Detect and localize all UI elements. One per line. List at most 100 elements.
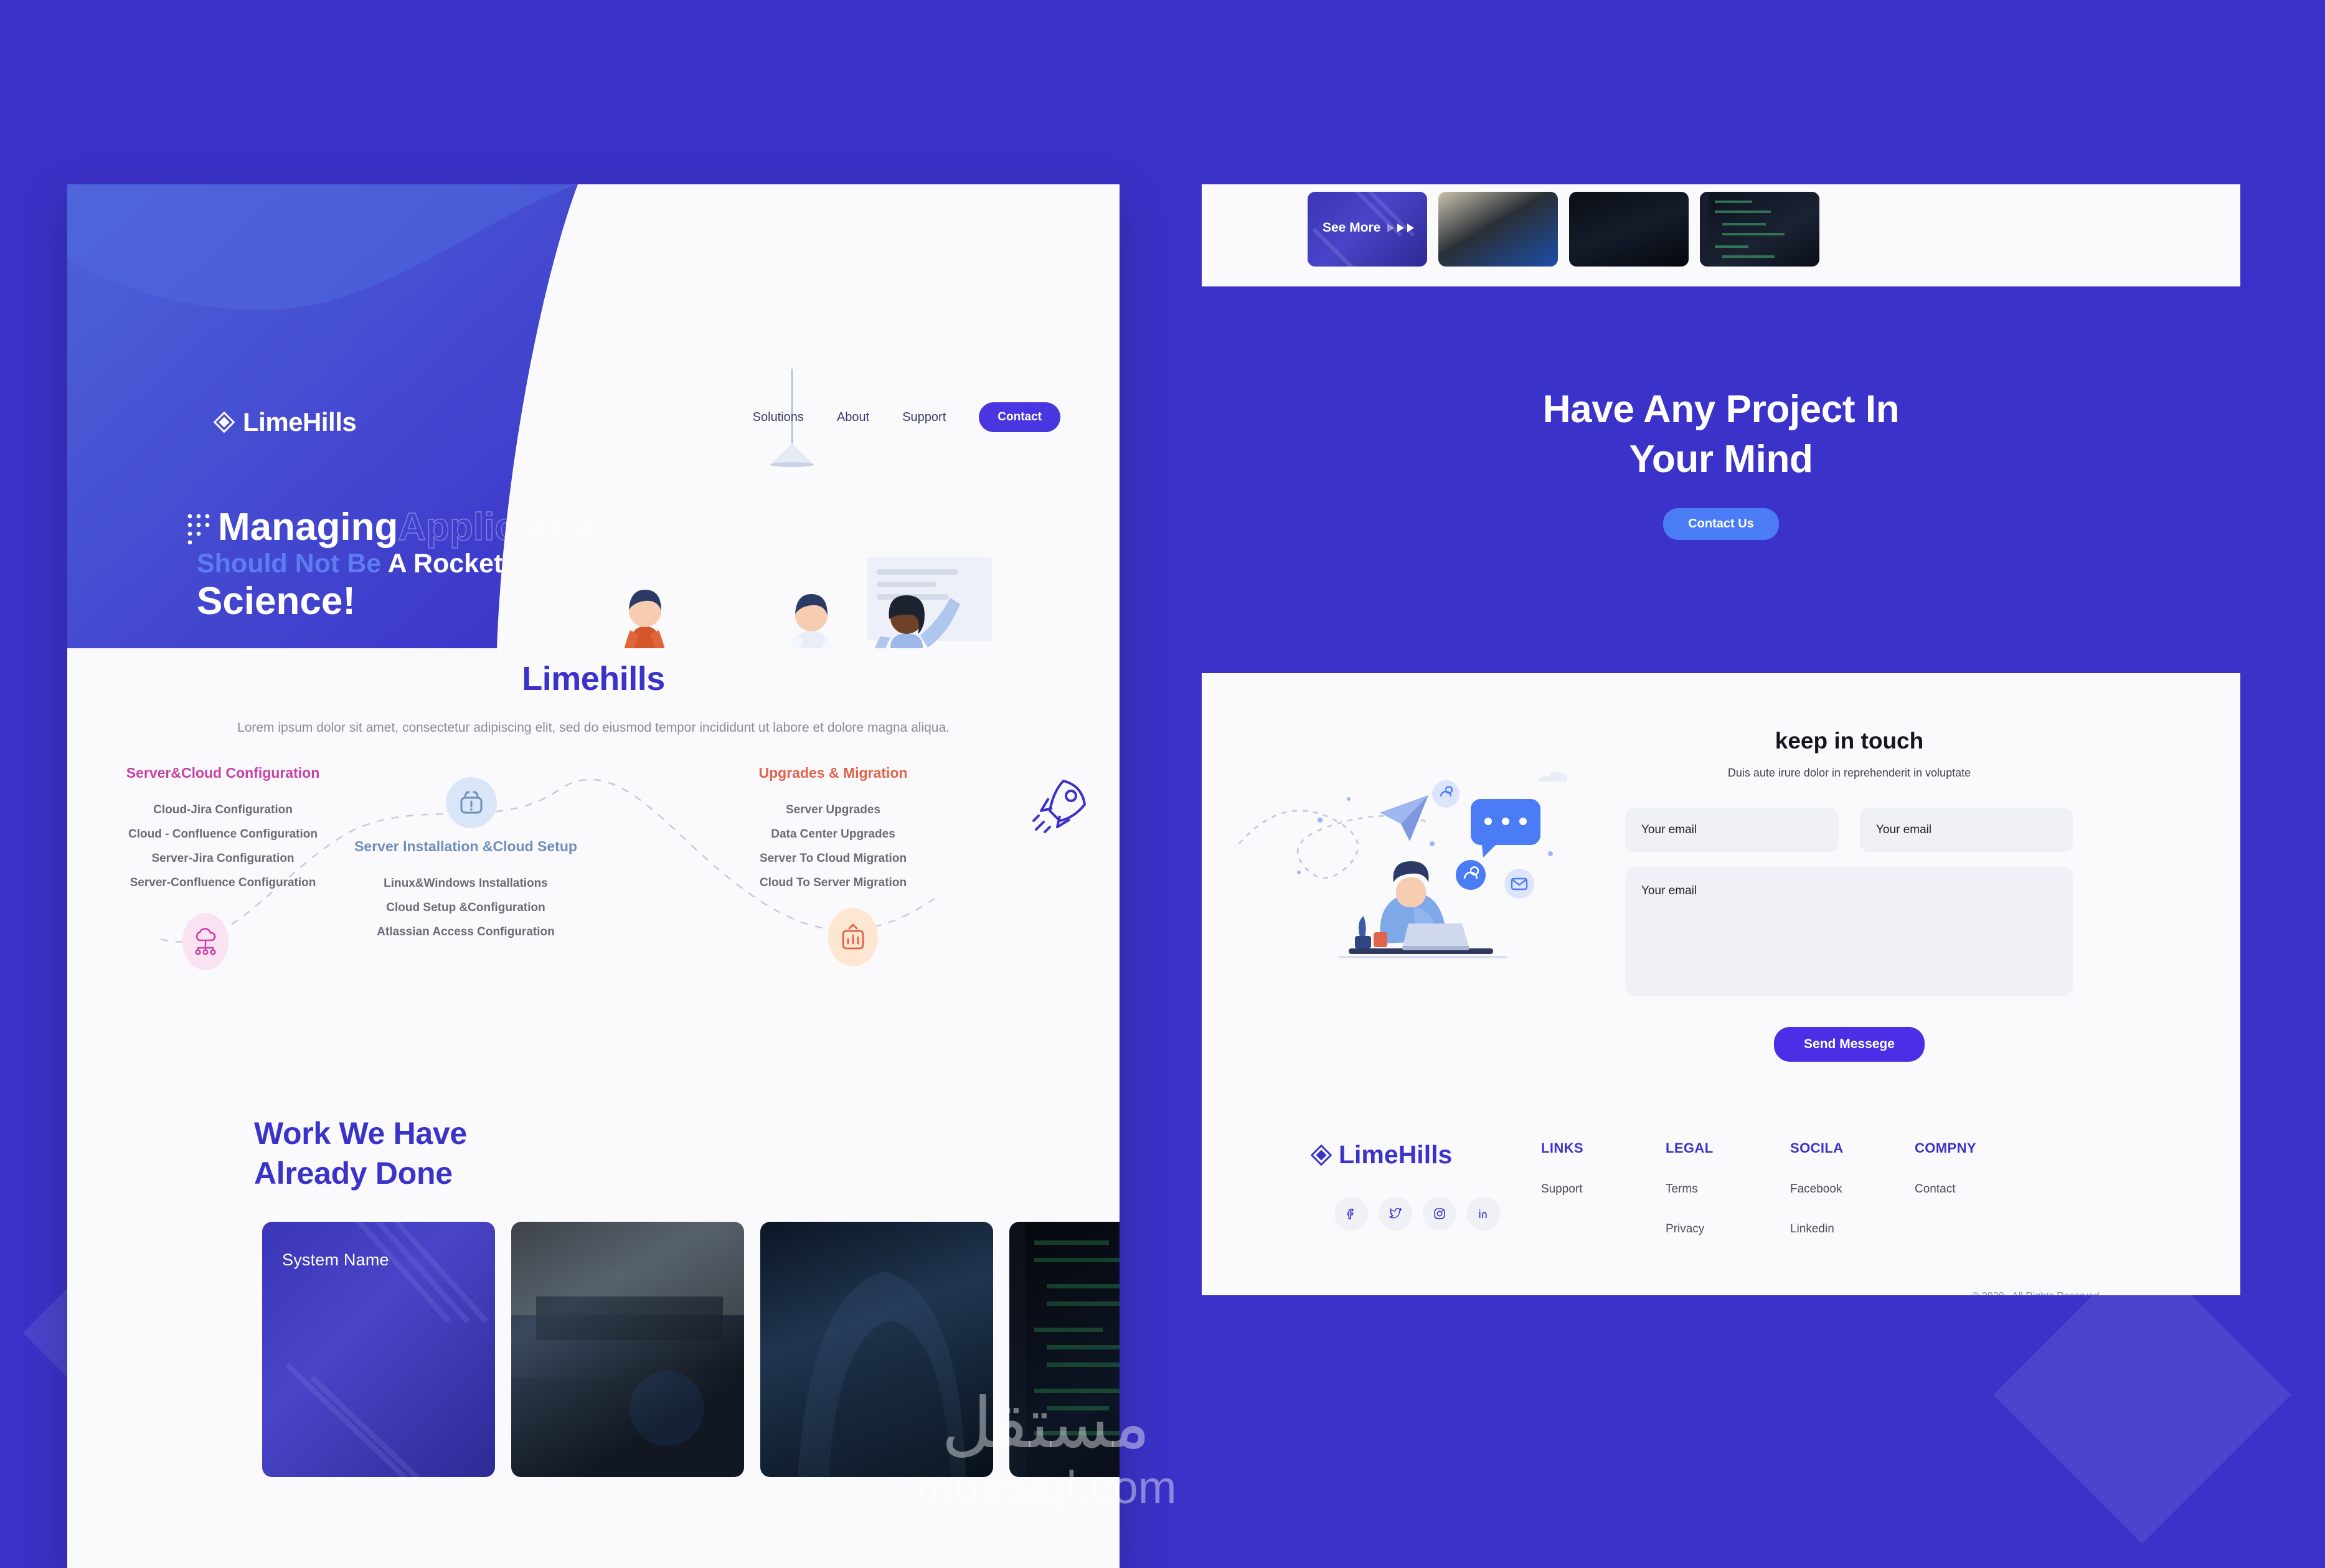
footer-column-legal: LEGAL Terms Privacy xyxy=(1666,1140,1790,1236)
hero-illustration-team xyxy=(624,557,992,648)
work-heading: Work We Have Already Done xyxy=(254,1113,1120,1193)
service-item: Cloud - Confluence Configuration xyxy=(128,827,318,841)
bar-chart-up-icon-badge xyxy=(828,907,878,966)
service-column-server-cloud-configuration: Server&Cloud Configuration Cloud-Jira Co… xyxy=(92,763,354,895)
service-item: Data Center Upgrades xyxy=(771,827,895,841)
services-columns: Server&Cloud Configuration Cloud-Jira Co… xyxy=(67,752,1120,1076)
cta-contact-us-button[interactable]: Contact Us xyxy=(1663,508,1779,540)
email-field-2[interactable] xyxy=(1860,808,2073,852)
service-column-upgrades-migration: Upgrades & Migration Server Upgrades Dat… xyxy=(702,763,964,895)
nav-item-solutions[interactable]: Solutions xyxy=(753,410,804,425)
rocket-icon xyxy=(1032,779,1086,833)
hero-section: LimeHills Solutions About Support Contac… xyxy=(67,184,1120,648)
bar-chart-up-icon xyxy=(842,923,864,949)
thumbnail-texture xyxy=(1700,192,1785,267)
server-alert-icon xyxy=(460,791,483,814)
service-item: Server-Jira Configuration xyxy=(151,851,295,865)
footer-logo[interactable]: LimeHills xyxy=(1311,1140,1541,1169)
work-cards-grid: System Name xyxy=(262,1221,1120,1477)
linkedin-icon[interactable] xyxy=(1467,1197,1501,1230)
service-heading: Server&Cloud Configuration xyxy=(126,764,320,781)
service-column-server-installation-cloud-setup: Server Installation &Cloud Setup Linux&W… xyxy=(335,837,597,945)
card-texture xyxy=(511,1221,744,1477)
main-navigation[interactable]: Solutions About Support Contact xyxy=(753,402,1060,432)
card-texture xyxy=(1009,1221,1120,1477)
keep-in-touch-title: keep in touch xyxy=(1775,728,1924,753)
work-card-label: System Name xyxy=(282,1250,389,1269)
right-thumbnails-panel: See More xyxy=(1202,184,2240,286)
limehills-logo-icon xyxy=(214,412,235,433)
hero-line1: Managing xyxy=(218,506,399,549)
server-alert-icon-badge xyxy=(446,777,497,828)
work-card[interactable] xyxy=(1009,1221,1120,1477)
footer-link-terms[interactable]: Terms xyxy=(1666,1183,1790,1196)
service-item: Cloud To Server Migration xyxy=(759,876,907,889)
work-section: Work We Have Already Done System Name xyxy=(67,1076,1120,1477)
service-item: Server-Confluence Configuration xyxy=(130,876,316,889)
nav-contact-button[interactable]: Contact xyxy=(979,402,1060,432)
keep-in-touch-section: keep in touch Duis aute irure dolor in r… xyxy=(1202,673,2240,1062)
hero-line2-accent: Should Not Be xyxy=(197,549,382,579)
thumbnail-see-more[interactable]: See More xyxy=(1308,192,1427,267)
thumbnail[interactable] xyxy=(1569,192,1689,267)
footer-columns: LimeHills LINKS Support LEGAL Terms Priv… xyxy=(1202,1062,2240,1236)
work-heading-line2: Already Done xyxy=(254,1155,453,1191)
social-links xyxy=(1334,1197,1541,1230)
email-field-1[interactable] xyxy=(1625,808,1839,852)
thumbnail-row: See More xyxy=(1202,184,2240,267)
logo[interactable]: LimeHills xyxy=(214,407,357,437)
cloud-network-icon xyxy=(195,927,216,955)
services-subtitle: Lorem ipsum dolor sit amet, consectetur … xyxy=(237,720,950,735)
footer-link-support[interactable]: Support xyxy=(1541,1183,1666,1196)
footer-column-title: COMPNY xyxy=(1915,1140,1976,1156)
copyright-text: © 2020 . All Rights Reserved. xyxy=(1202,1291,2240,1295)
send-message-button[interactable]: Send Messege xyxy=(1774,1027,1925,1062)
service-heading: Server Installation &Cloud Setup xyxy=(354,838,577,854)
footer-column-social: SOCILA Facebook Linkedin xyxy=(1790,1140,1915,1236)
footer-panel: keep in touch Duis aute irure dolor in r… xyxy=(1202,673,2240,1295)
keep-in-touch-illustration-wrap xyxy=(1202,728,1625,1062)
work-card[interactable] xyxy=(511,1221,744,1477)
work-card[interactable] xyxy=(760,1221,993,1477)
facebook-icon[interactable] xyxy=(1334,1197,1368,1230)
footer-column-title: LEGAL xyxy=(1666,1140,1714,1156)
service-item: Cloud Setup &Configuration xyxy=(386,900,545,914)
nav-item-support[interactable]: Support xyxy=(902,410,946,425)
footer-link-privacy[interactable]: Privacy xyxy=(1666,1222,1790,1236)
footer-logo-text: LimeHills xyxy=(1339,1140,1453,1169)
contact-form: keep in touch Duis aute irure dolor in r… xyxy=(1625,728,2073,1062)
dots-grid-icon xyxy=(187,514,210,545)
lamp-icon xyxy=(770,443,814,467)
keep-in-touch-subtitle: Duis aute irure dolor in reprehenderit i… xyxy=(1727,767,1971,779)
footer-column-title: SOCILA xyxy=(1790,1140,1844,1156)
services-title: Limehills xyxy=(522,660,665,697)
footer-column-title: LINKS xyxy=(1541,1140,1583,1156)
service-heading: Upgrades & Migration xyxy=(758,764,908,781)
service-item: Server Upgrades xyxy=(785,803,881,816)
footer-link-linkedin[interactable]: Linkedin xyxy=(1790,1222,1915,1236)
footer-link-facebook[interactable]: Facebook xyxy=(1790,1183,1915,1196)
cloud-network-icon-badge xyxy=(182,912,229,970)
hero-headline: ManagingApplication Should Not Be A Rock… xyxy=(187,506,609,623)
service-item: Server To Cloud Migration xyxy=(759,851,907,865)
footer-brand: LimeHills xyxy=(1311,1140,1541,1236)
left-page-mockup: LimeHills Solutions About Support Contac… xyxy=(67,184,1120,1568)
cta-banner: Have Any Project In Your Mind Contact Us xyxy=(1202,291,2240,669)
thumbnail[interactable] xyxy=(1438,192,1558,267)
logo-text: LimeHills xyxy=(243,407,357,437)
service-item: Cloud-Jira Configuration xyxy=(153,803,293,816)
cta-heading-line1: Have Any Project In xyxy=(1542,388,1900,431)
thumbnail[interactable] xyxy=(1700,192,1819,267)
message-field[interactable] xyxy=(1625,867,2073,996)
hero-line3: Science! xyxy=(197,580,356,623)
see-more-button[interactable]: See More xyxy=(1323,220,1415,235)
services-section: Limehills Lorem ipsum dolor sit amet, co… xyxy=(67,648,1120,1076)
work-card[interactable]: System Name xyxy=(262,1221,495,1477)
hero-line2-white: A Rocket xyxy=(387,549,503,579)
instagram-icon[interactable] xyxy=(1423,1197,1456,1230)
service-item: Linux&Windows Installations xyxy=(384,876,548,890)
footer-link-contact[interactable]: Contact xyxy=(1915,1183,2039,1196)
twitter-icon[interactable] xyxy=(1379,1197,1412,1230)
form-row xyxy=(1625,808,2073,852)
nav-item-about[interactable]: About xyxy=(837,410,869,425)
